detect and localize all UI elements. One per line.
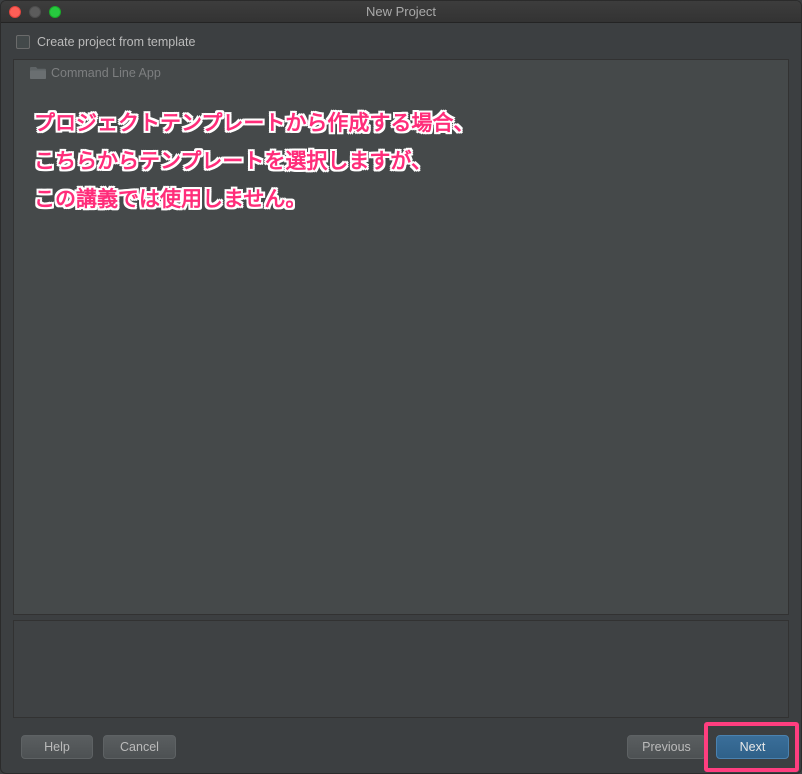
template-list: Command Line App プロジェクトテンプレートから作成する場合、 こ… [13, 59, 789, 615]
window-title: New Project [365, 4, 437, 19]
annotation-line: この講義では使用しません。 [34, 187, 307, 211]
annotation-line: プロジェクトテンプレートから作成する場合、 [34, 111, 475, 135]
annotation-callout: プロジェクトテンプレートから作成する場合、 こちらからテンプレートを選択しますが… [34, 104, 474, 218]
create-from-template-option[interactable]: Create project from template [16, 34, 195, 50]
annotation-line: こちらからテンプレートを選択しますが、 [34, 149, 432, 173]
title-bar: New Project [1, 1, 801, 23]
new-project-window: New Project Create project from template… [0, 0, 802, 774]
cancel-button[interactable]: Cancel [103, 735, 176, 759]
next-button[interactable]: Next [716, 735, 789, 759]
folder-icon [30, 67, 46, 79]
help-button[interactable]: Help [21, 735, 93, 759]
list-item-label: Command Line App [51, 66, 161, 80]
template-description-panel [13, 620, 789, 718]
create-from-template-checkbox[interactable] [16, 35, 30, 49]
list-item-command-line-app[interactable]: Command Line App [30, 65, 161, 81]
previous-button[interactable]: Previous [627, 735, 706, 759]
create-from-template-label: Create project from template [37, 35, 196, 49]
